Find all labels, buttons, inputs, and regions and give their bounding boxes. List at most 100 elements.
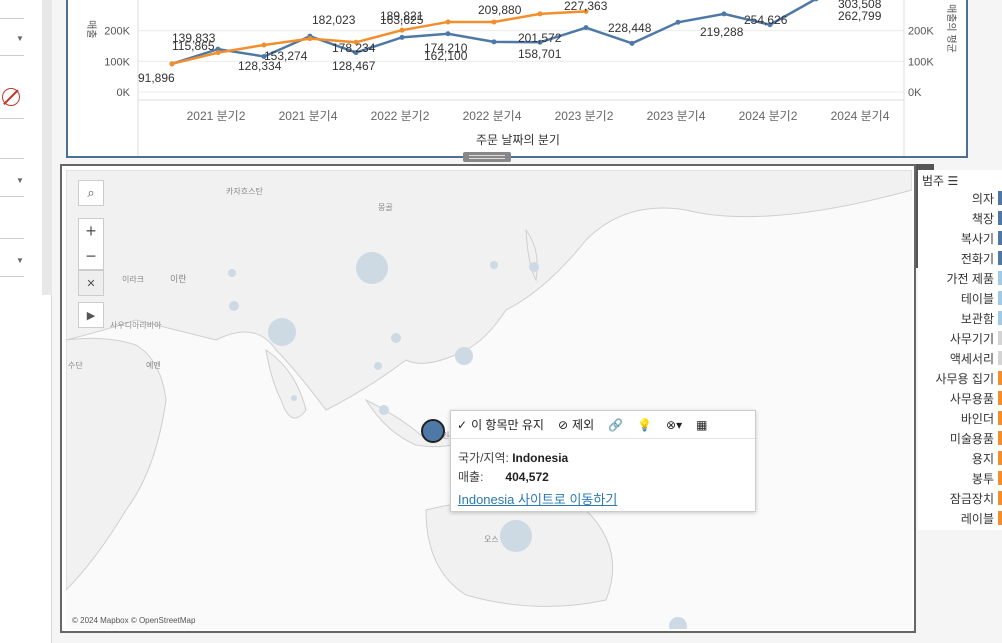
explain-data-icon[interactable]: 💡 — [637, 418, 652, 432]
legend-item-label: 잠금장치 — [949, 491, 994, 506]
legend-item[interactable]: 의자 — [972, 188, 1002, 208]
x-axis-title: 주문 날짜의 분기 — [476, 133, 560, 147]
bubble[interactable] — [391, 333, 401, 343]
x-tick-label: 2022 분기2 — [371, 109, 430, 123]
zoom-in-button[interactable]: + — [78, 219, 104, 244]
data-point[interactable] — [629, 40, 635, 46]
chevron-down-icon[interactable]: ▼ — [16, 34, 24, 43]
legend-item-label: 테이블 — [960, 291, 994, 306]
legend-swatch — [998, 231, 1002, 245]
play-icon[interactable]: ▶ — [78, 302, 104, 328]
data-point[interactable] — [537, 11, 543, 17]
tooltip-link[interactable]: Indonesia 사이트로 이동하기 — [458, 489, 617, 508]
legend-item-label: 보관함 — [960, 311, 994, 326]
legend-item[interactable]: 액세서리 — [950, 348, 1002, 368]
sort-icon[interactable]: ☰ — [947, 174, 958, 188]
legend-item[interactable]: 레이블 — [961, 508, 1002, 528]
group-icon[interactable]: 🔗 — [608, 418, 623, 432]
view-data-icon[interactable]: ▦ — [696, 418, 707, 432]
map-area[interactable]: 카자흐스탄 몽골 이란 이라크 사우디아라비아 수단 예멘 인 오스 ⌕ + −… — [66, 170, 912, 629]
search-icon[interactable]: ⌕ — [78, 180, 104, 206]
legend-item[interactable]: 미술용품 — [950, 428, 1002, 448]
prohibited-icon[interactable] — [2, 88, 20, 106]
keep-only-button[interactable]: ✓ 이 항목만 유지 — [457, 416, 544, 433]
unpin-icon[interactable]: ✕ — [78, 270, 104, 296]
chevron-down-icon[interactable]: ▼ — [16, 176, 24, 185]
data-point[interactable] — [261, 42, 267, 48]
divider — [0, 18, 24, 19]
divider — [0, 55, 24, 56]
land-africa — [66, 337, 167, 591]
y-axis-title-right: 매출의 평균 — [945, 4, 957, 53]
bubble[interactable] — [374, 362, 382, 370]
map-label: 이라크 — [122, 274, 144, 284]
legend-item-label: 사무용품 — [949, 391, 994, 406]
data-point[interactable] — [721, 11, 727, 17]
bubble[interactable] — [669, 617, 687, 629]
legend-item[interactable]: 사무기기 — [950, 328, 1002, 348]
data-point[interactable] — [215, 50, 221, 56]
legend-swatch — [998, 391, 1002, 405]
y-tick-label-right: 0K — [908, 87, 922, 99]
legend-swatch — [998, 251, 1002, 265]
zoom-controls: + − — [78, 218, 104, 270]
legend-item[interactable]: 용지 — [972, 448, 1002, 468]
data-point[interactable] — [675, 19, 681, 25]
legend-item[interactable]: 잠금장치 — [950, 488, 1002, 508]
data-label: 254,626 — [744, 13, 788, 27]
legend-item[interactable]: 사무용 집기 — [935, 368, 1002, 388]
bubble[interactable] — [356, 252, 388, 284]
resize-handle[interactable] — [463, 152, 511, 162]
legend-item[interactable]: 바인더 — [961, 408, 1002, 428]
legend-swatch — [998, 451, 1002, 465]
bubble[interactable] — [529, 262, 539, 272]
data-point[interactable] — [491, 19, 497, 25]
bubble[interactable] — [268, 318, 296, 346]
left-panel: ▼ ▼ ▼ — [0, 0, 52, 643]
exclude-button[interactable]: ⊘ 제외 — [558, 416, 594, 433]
scrollbar[interactable] — [42, 0, 52, 295]
legend-item-label: 바인더 — [960, 411, 994, 426]
set-icon[interactable]: ⊗▾ — [666, 418, 682, 432]
divider — [0, 118, 24, 119]
data-point[interactable] — [399, 34, 405, 40]
legend-item[interactable]: 가전 제품 — [947, 268, 1002, 288]
bubble[interactable] — [229, 301, 239, 311]
bubble[interactable] — [379, 405, 389, 415]
legend-item[interactable]: 복사기 — [961, 228, 1002, 248]
legend-item[interactable]: 보관함 — [961, 308, 1002, 328]
data-point[interactable] — [169, 61, 175, 67]
tooltip: ✓ 이 항목만 유지 ⊘ 제외 🔗 💡 ⊗▾ ▦ 국가/지역: Indonesia … — [450, 410, 756, 512]
data-point[interactable] — [583, 25, 589, 31]
chevron-down-icon[interactable]: ▼ — [16, 256, 24, 265]
bubble[interactable] — [500, 520, 532, 552]
y-tick-label-left: 0K — [117, 87, 131, 99]
legend-item[interactable]: 테이블 — [961, 288, 1002, 308]
data-label: 153,274 — [264, 49, 308, 63]
data-point[interactable] — [399, 27, 405, 33]
legend-swatch — [998, 411, 1002, 425]
data-label: 115,865 — [172, 39, 215, 53]
data-point[interactable] — [491, 39, 497, 45]
legend-swatch — [998, 491, 1002, 505]
bubble[interactable] — [490, 261, 498, 269]
category-legend: 범주 ☰ 의자 책장 복사기 전화기 가전 제품 테이블 보관함 사무기기 액세서리 사무용 집기… — [918, 170, 1002, 530]
legend-item-label: 액세서리 — [949, 351, 994, 366]
bubble[interactable] — [228, 269, 236, 277]
data-point[interactable] — [445, 31, 451, 37]
legend-item[interactable]: 봉투 — [972, 468, 1002, 488]
legend-item[interactable]: 책장 — [972, 208, 1002, 228]
line-chart-panel: 0K 0K 100K 100K 200K 200K 매출 매출의 평균 2021 분기2 2021… — [66, 0, 968, 158]
legend-item[interactable]: 전화기 — [961, 248, 1002, 268]
legend-item-label: 레이블 — [960, 511, 994, 526]
data-point[interactable] — [307, 36, 313, 42]
legend-item[interactable]: 사무용품 — [950, 388, 1002, 408]
legend-swatch — [998, 431, 1002, 445]
selected-bubble-indonesia[interactable] — [421, 419, 445, 443]
data-point[interactable] — [445, 19, 451, 25]
bubble[interactable] — [455, 347, 473, 365]
y-axis-title-left: 매출 — [85, 20, 97, 38]
x-tick-label: 2022 분기4 — [463, 109, 522, 123]
bubble[interactable] — [291, 395, 297, 401]
zoom-out-button[interactable]: − — [78, 244, 104, 269]
